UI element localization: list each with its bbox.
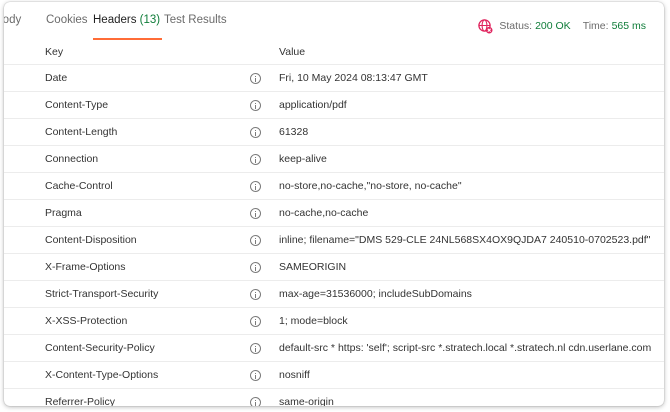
value-column-header: Value [279, 46, 306, 58]
status-code[interactable]: 200 OK [535, 20, 571, 32]
table-row: Strict-Transport-Security max-age=3153600… [4, 280, 664, 308]
tab-label: Test Results [164, 14, 227, 26]
info-icon[interactable] [250, 207, 261, 219]
info-icon[interactable] [250, 396, 261, 406]
table-row: X-Content-Type-Options nosniff [4, 361, 664, 389]
response-tabs: Body Cookies Headers (13) Test Results [4, 2, 664, 40]
info-icon[interactable] [250, 288, 261, 300]
globe-no-network-icon[interactable] [477, 18, 493, 34]
table-row: Content-Length 61328 [4, 118, 664, 146]
table-row: Content-Disposition inline; filename="DMS… [4, 226, 664, 254]
table-row: Content-Type application/pdf [4, 91, 664, 119]
tab-label: Headers [93, 14, 137, 26]
time-label: Time: [582, 20, 609, 32]
header-value[interactable]: application/pdf [279, 91, 664, 119]
info-cell [249, 280, 279, 308]
tab-cookies[interactable]: Cookies [46, 14, 88, 40]
tab-headers[interactable]: Headers (13) [93, 14, 163, 40]
header-key: Content-Length [4, 118, 249, 146]
header-value[interactable]: SAMEORIGIN [279, 253, 664, 281]
info-cell [249, 388, 279, 406]
tab-label: Body [4, 14, 22, 26]
header-value[interactable]: max-age=31536000; includeSubDomains [279, 280, 664, 308]
info-icon[interactable] [250, 99, 261, 111]
info-cell [249, 172, 279, 200]
header-key: Referrer-Policy [4, 388, 249, 406]
table-row: X-Frame-Options SAMEORIGIN [4, 253, 664, 281]
table-row: Connection keep-alive [4, 145, 664, 173]
header-value[interactable]: 61328 [279, 118, 664, 146]
header-key: Strict-Transport-Security [4, 280, 249, 308]
header-value[interactable]: keep-alive [279, 145, 664, 173]
header-value[interactable]: no-store,no-cache,"no-store, no-cache" [279, 172, 664, 200]
info-icon[interactable] [250, 315, 261, 327]
header-key: Cache-Control [4, 172, 249, 200]
header-value[interactable]: default-src * https: 'self'; script-src … [279, 334, 664, 362]
status-label: Status: [499, 20, 533, 32]
tab-label: Cookies [46, 14, 88, 26]
headers-table: Key Value Date Fri, 10 May 2024 08:13:47 … [4, 40, 664, 406]
info-icon[interactable] [250, 126, 261, 138]
table-header-row: Key Value [4, 40, 664, 65]
info-icon[interactable] [250, 342, 261, 354]
header-key: X-XSS-Protection [4, 307, 249, 335]
header-value[interactable]: nosniff [279, 361, 664, 389]
response-time[interactable]: 565 ms [612, 20, 646, 32]
response-panel: Body Cookies Headers (13) Test Results [4, 2, 664, 406]
header-key: Content-Type [4, 91, 249, 119]
info-cell [249, 145, 279, 173]
info-cell [249, 253, 279, 281]
table-row: Date Fri, 10 May 2024 08:13:47 GMT [4, 64, 664, 92]
info-cell [249, 64, 279, 92]
header-key: X-Content-Type-Options [4, 361, 249, 389]
header-value[interactable]: Fri, 10 May 2024 08:13:47 GMT [279, 64, 664, 92]
header-value[interactable]: no-cache,no-cache [279, 199, 664, 227]
info-icon[interactable] [250, 180, 261, 192]
response-meta: Status: 200 OK Time: 565 ms [477, 16, 646, 36]
info-icon[interactable] [250, 369, 261, 381]
tab-test-results[interactable]: Test Results [164, 14, 227, 40]
info-cell [249, 118, 279, 146]
info-cell [249, 334, 279, 362]
header-key: Date [4, 64, 249, 92]
header-key: Connection [4, 145, 249, 173]
header-value[interactable]: 1; mode=block [279, 307, 664, 335]
info-cell [249, 361, 279, 389]
key-column-header: Key [45, 46, 64, 58]
table-row: Pragma no-cache,no-cache [4, 199, 664, 227]
info-icon[interactable] [250, 153, 261, 165]
header-count-badge: (13) [139, 14, 161, 26]
info-cell [249, 199, 279, 227]
table-row: Content-Security-Policy default-src * htt… [4, 334, 664, 362]
table-row: Cache-Control no-store,no-cache,"no-store… [4, 172, 664, 200]
header-key: Content-Security-Policy [4, 334, 249, 362]
header-key: Content-Disposition [4, 226, 249, 254]
header-value[interactable]: same-origin [279, 388, 664, 406]
info-cell [249, 226, 279, 254]
info-cell [249, 91, 279, 119]
info-cell [249, 307, 279, 335]
info-icon[interactable] [250, 234, 261, 246]
header-value[interactable]: inline; filename="DMS 529-CLE 24NL568SX4… [279, 226, 664, 254]
header-key: X-Frame-Options [4, 253, 249, 281]
info-column-header [249, 40, 279, 65]
table-row: X-XSS-Protection 1; mode=block [4, 307, 664, 335]
info-icon[interactable] [250, 261, 261, 273]
table-row: Referrer-Policy same-origin [4, 388, 664, 406]
info-icon[interactable] [250, 72, 261, 84]
header-key: Pragma [4, 199, 249, 227]
tab-body[interactable]: Body [4, 14, 21, 40]
